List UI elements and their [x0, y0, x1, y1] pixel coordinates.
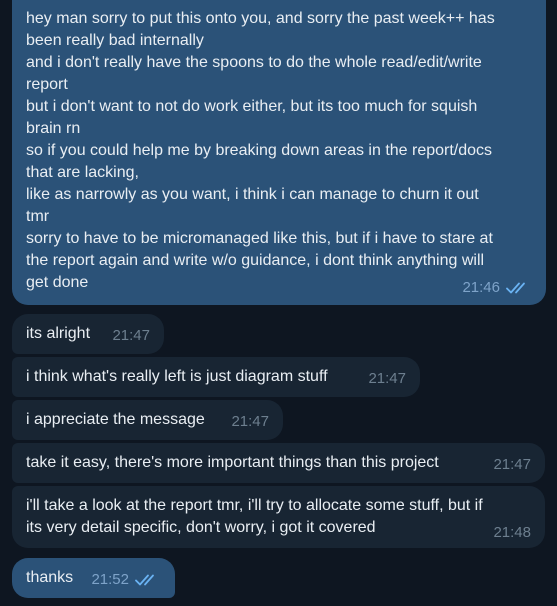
- message-line: i'll take a look at the report tmr, i'll…: [26, 497, 483, 514]
- message-line: like as narrowly as you want, i think i …: [26, 186, 479, 203]
- message-meta: 21:46: [462, 279, 532, 297]
- chat-history[interactable]: hey man sorry to put this onto you, and …: [0, 0, 557, 606]
- double-check-icon: [506, 281, 532, 295]
- double-check-icon: [135, 573, 161, 587]
- message-line: so if you could help me by breaking down…: [26, 142, 493, 159]
- message-line: report: [26, 76, 68, 93]
- message-meta: 21:47: [112, 327, 150, 345]
- message-incoming[interactable]: i appreciate the message 21:47: [12, 400, 283, 440]
- message-meta: 21:52: [91, 571, 161, 589]
- message-text: its alright: [26, 325, 91, 342]
- message-line: sorry to have to be micromanaged like th…: [26, 230, 493, 247]
- message-incoming[interactable]: i'll take a look at the report tmr, i'll…: [12, 486, 545, 548]
- message-outgoing[interactable]: hey man sorry to put this onto you, and …: [12, 0, 546, 305]
- message-line: and i don't really have the spoons to do…: [26, 54, 482, 71]
- message-outgoing[interactable]: thanks 21:52: [12, 558, 175, 598]
- message-incoming[interactable]: its alright 21:47: [12, 314, 164, 354]
- message-text: i appreciate the message: [26, 411, 205, 428]
- message-line: been really bad internally: [26, 32, 204, 49]
- message-line: brain rn: [26, 120, 81, 137]
- message-incoming[interactable]: i think what's really left is just diagr…: [12, 357, 420, 397]
- message-line: tmr: [26, 208, 50, 225]
- message-line: get done: [26, 274, 89, 291]
- message-meta: 21:47: [493, 456, 531, 474]
- message-line: but i don't want to not do work either, …: [26, 98, 478, 115]
- message-time: 21:52: [91, 571, 129, 588]
- message-incoming[interactable]: take it easy, there's more important thi…: [12, 443, 545, 483]
- message-line: that are lacking,: [26, 164, 139, 181]
- message-time: 21:46: [462, 279, 500, 296]
- message-meta: 21:47: [231, 413, 269, 431]
- message-meta: 21:48: [493, 524, 531, 542]
- message-meta: 21:47: [368, 370, 406, 388]
- message-text: thanks: [26, 569, 74, 586]
- message-line: its very detail specific, don't worry, i…: [26, 519, 376, 536]
- message-line: the report again and write w/o guidance,…: [26, 252, 485, 269]
- message-text: take it easy, there's more important thi…: [26, 454, 439, 471]
- message-time: 21:48: [493, 524, 531, 541]
- message-time: 21:47: [231, 413, 269, 430]
- message-time: 21:47: [368, 370, 406, 387]
- message-time: 21:47: [493, 456, 531, 473]
- message-text: hey man sorry to put this onto you, and …: [26, 8, 532, 294]
- message-text: i'll take a look at the report tmr, i'll…: [26, 495, 531, 539]
- message-line: hey man sorry to put this onto you, and …: [26, 10, 495, 27]
- message-text: i think what's really left is just diagr…: [26, 368, 328, 385]
- message-time: 21:47: [112, 327, 150, 344]
